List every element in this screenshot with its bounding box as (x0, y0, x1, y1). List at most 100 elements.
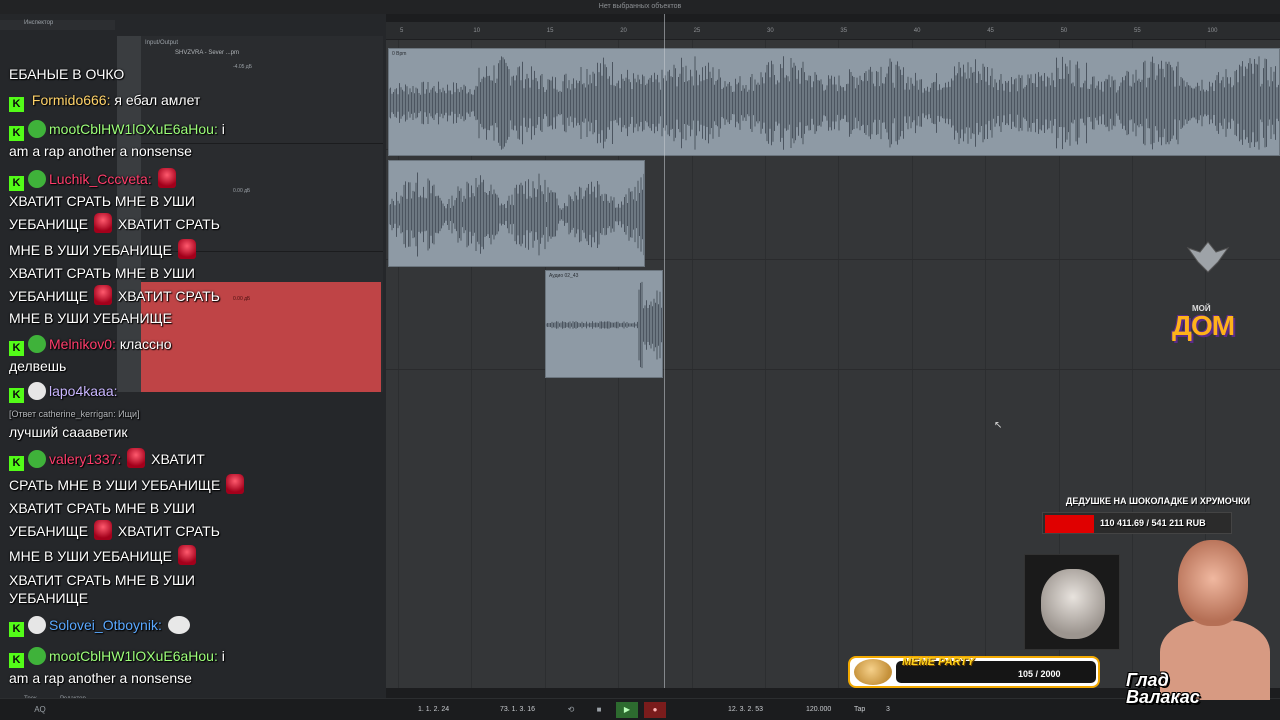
left-locator[interactable]: 1. 1. 2. 24 (418, 703, 449, 717)
donation-goal-fill (1045, 515, 1095, 533)
avatar-icon (28, 335, 46, 353)
inspector-label: Инспектор (24, 20, 54, 26)
chat-line: K Melnikov0: классно (9, 334, 379, 356)
waveform (546, 281, 662, 369)
time-signature[interactable]: 3 (886, 703, 890, 717)
audio-clip-1[interactable]: 0 Bpm (388, 48, 1280, 156)
avatar-icon (28, 382, 46, 400)
chat-line: СРАТЬ МНЕ В УШИ УЕБАНИЩЕ (9, 474, 379, 495)
streamer-webcam (1160, 528, 1270, 700)
chat-username: Formido666: (31, 92, 111, 108)
meme-party-count: 105 / 2000 (1018, 669, 1061, 679)
alarm-emote-icon (93, 520, 112, 540)
io-label: Input/Output (145, 40, 179, 46)
waveform-path (389, 56, 1279, 150)
alarm-emote-icon (177, 239, 196, 259)
lane-3 (386, 260, 1280, 370)
ruler-tick-label: 100 (1207, 28, 1218, 34)
chat-line: [Ответ catherine_kerrigan: Ищи] (9, 402, 379, 424)
reply-context: [Ответ catherine_kerrigan: Ищи] (9, 409, 140, 419)
chat-line: am a rap another a nonsense (9, 143, 192, 159)
chat-line: ЕБАНЫЕ В ОЧКО (9, 66, 125, 82)
waveform (389, 56, 1279, 150)
donation-goal-title: ДЕДУШКЕ НА ШОКОЛАДКЕ И ХРУМОЧКИ (1065, 496, 1251, 506)
meme-party-widget: MEME PARTY 105 / 2000 (848, 656, 1100, 688)
chat-line: УЕБАНИЩЕ ХВАТИТ СРАТЬ (9, 520, 379, 541)
chat-username: Solovei_Otboynik: (49, 617, 162, 633)
ruler-tick-label: 40 (913, 28, 921, 34)
position-display[interactable]: 12. 3. 2. 53 (728, 703, 763, 717)
alarm-emote-icon (127, 448, 146, 468)
tap-button[interactable]: Tap (854, 703, 865, 717)
helmet-logo-icon (1186, 241, 1230, 273)
chat-line: УЕБАНИЩЕ ХВАТИТ СРАТЬ (9, 285, 379, 306)
window-title-bar: Нет выбранных объектов (0, 0, 1280, 14)
stop-icon[interactable]: ■ (590, 702, 608, 718)
inspector-header[interactable]: Инспектор (0, 20, 115, 30)
alarm-emote-icon (226, 474, 245, 494)
waveform-path (389, 172, 644, 257)
chat-line: делвешь (9, 358, 67, 374)
ruler-tick-label: 30 (767, 28, 774, 34)
kick-badge-icon: K (9, 622, 24, 637)
alarm-emote-icon (93, 213, 112, 233)
right-locator[interactable]: 73. 1. 3. 16 (500, 703, 535, 717)
waveform (389, 172, 644, 257)
chat-username: mootCblHW1lOXuE6aHou: (49, 648, 218, 664)
ruler-tick-label: 45 (987, 28, 994, 34)
ruler-tick-label: 5 (400, 28, 404, 34)
kick-badge-icon: K (9, 126, 24, 141)
timeline-ruler[interactable]: 5 10 15 20 25 30 35 40 45 50 55 100 (386, 22, 1280, 40)
ruler-tick-label: 55 (1134, 28, 1141, 34)
ruler-tick-label: 15 (546, 28, 554, 34)
record-button[interactable]: ● (644, 702, 666, 718)
avatar-icon (28, 120, 46, 138)
chat-line: KmootCblHW1lOXuE6aHou: i (9, 646, 379, 668)
chat-username: lapo4kaaa: (49, 383, 118, 399)
play-button[interactable]: ▶ (616, 702, 638, 718)
streamer-name: Глад Валакас (1126, 670, 1200, 707)
chat-username: mootCblHW1lOXuE6aHou: (49, 121, 218, 137)
chat-username: Luchik_Cccveta: (49, 171, 152, 187)
ruler-tick-label: 35 (840, 28, 848, 34)
chat-line: ХВАТИТ СРАТЬ МНЕ В УШИ (9, 193, 195, 209)
kick-badge-icon: K (9, 653, 24, 668)
chat-line: K Luchik_Cccveta: (9, 168, 379, 191)
alarm-emote-icon (157, 168, 176, 188)
chat-line: KmootCblHW1lOXuE6aHou: i (9, 119, 379, 141)
track-clip-name: SHVZVRA - Sever ...pm (175, 50, 240, 56)
loop-icon[interactable]: ⟲ (562, 702, 580, 718)
kick-badge-icon: K (9, 176, 24, 191)
avatar-icon (28, 450, 46, 468)
ruler-tick-label: 50 (1060, 28, 1068, 34)
audio-clip-3[interactable]: Аудио 02_43 (545, 270, 663, 378)
chat-line: am a rap another a nonsense (9, 670, 192, 686)
audio-clip-2[interactable] (388, 160, 645, 267)
chat-overlay: ЕБАНЫЕ В ОЧКО K Formido666: я ебал амлет… (0, 62, 386, 692)
playhead[interactable] (664, 14, 665, 688)
chat-line: лучший саааветик (9, 424, 128, 440)
alarm-emote-icon (177, 545, 196, 565)
face-image (1041, 569, 1105, 639)
chat-line: ХВАТИТ СРАТЬ МНЕ В УШИ (9, 500, 195, 516)
aq-button[interactable]: AQ (30, 702, 50, 718)
chat-line: ХВАТИТ СРАТЬ МНЕ В УШИ (9, 572, 195, 588)
meme-party-title: MEME PARTY (902, 656, 975, 668)
chat-username: valery1337: (49, 451, 122, 467)
chat-line: K Solovei_Otboynik: (9, 615, 379, 637)
streamer-face (1178, 540, 1248, 626)
chat-line: МНЕ В УШИ УЕБАНИЩЕ (9, 310, 172, 326)
chat-line: УЕБАНИЩЕ (9, 590, 89, 606)
chat-line: МНЕ В УШИ УЕБАНИЩЕ (9, 545, 379, 566)
chat-line: УЕБАНИЩЕ ХВАТИТ СРАТЬ (9, 213, 379, 234)
ruler-tick-label: 20 (620, 28, 627, 34)
arrangement-view[interactable]: 5 10 15 20 25 30 35 40 45 50 55 100 0 Bpm Аудио 02_… (386, 22, 1280, 712)
mouse-cursor-icon: ↖ (994, 420, 1003, 431)
chat-line: Klapo4kaaa: (9, 381, 379, 403)
avatar-icon (28, 170, 46, 188)
kick-badge-icon: K (9, 388, 24, 403)
tempo-field[interactable]: 120.000 (806, 703, 831, 717)
ruler-tick-label: 25 (693, 28, 701, 34)
chat-line: ХВАТИТ СРАТЬ МНЕ В УШИ (9, 265, 195, 281)
chat-line: МНЕ В УШИ УЕБАНИЩЕ (9, 239, 379, 260)
